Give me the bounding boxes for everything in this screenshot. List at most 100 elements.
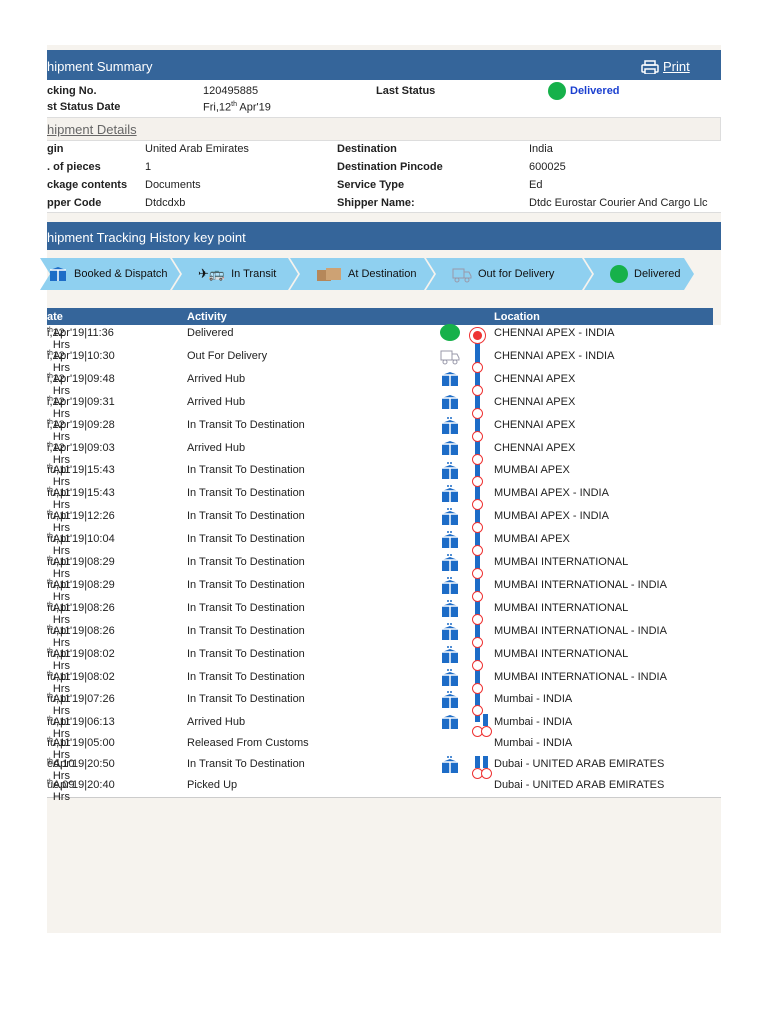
row-date: i,12 th Apr'19|11:36 Hrs xyxy=(47,327,114,351)
in-transit-box-icon xyxy=(440,416,460,439)
in-transit-box-icon xyxy=(440,622,460,645)
table-row: i,12 th Apr'19|11:36 Hrs Delivered CHENNA… xyxy=(47,324,713,351)
step-at-destination: At Destination xyxy=(290,258,434,290)
detail-label: . of pieces xyxy=(47,161,101,173)
in-transit-box-icon xyxy=(440,599,460,622)
col-date: ate xyxy=(47,311,63,323)
row-location: MUMBAI APEX - INDIA xyxy=(494,487,609,500)
detail-value: Ed xyxy=(529,179,543,191)
detail-label: Shipper Name: xyxy=(337,197,415,209)
row-location: CHENNAI APEX xyxy=(494,441,576,454)
timeline-node-icon xyxy=(472,568,483,579)
printer-icon xyxy=(641,60,659,74)
row-location: MUMBAI INTERNATIONAL - INDIA xyxy=(494,624,667,637)
row-location: MUMBAI APEX - INDIA xyxy=(494,510,609,523)
row-activity: In Transit To Destination xyxy=(187,418,305,431)
last-status-text: Delivered xyxy=(570,85,620,97)
summary-header: hipment Summary Print xyxy=(47,50,721,80)
detail-label: gin xyxy=(47,143,64,155)
row-activity: In Transit To Destination xyxy=(187,533,305,546)
box-icon xyxy=(440,393,460,414)
row-date: ue,09 th Apr'19|20:40 Hrs xyxy=(47,779,115,803)
table-body: i,12 th Apr'19|11:36 Hrs Delivered CHENNA… xyxy=(47,324,721,803)
row-activity: In Transit To Destination xyxy=(187,556,305,568)
timeline-node-icon xyxy=(472,384,483,396)
row-location: MUMBAI INTERNATIONAL xyxy=(494,601,629,614)
row-date: i,12 th Apr'19|10:30 Hrs xyxy=(47,350,115,374)
row-location: CHENNAI APEX - INDIA xyxy=(494,349,615,362)
timeline-line xyxy=(475,756,480,769)
step-label: Out for Delivery xyxy=(478,268,555,280)
status-date-value: Fri,12th Apr'19 xyxy=(203,101,271,114)
date-time: Apr'19|09:48 Hrs xyxy=(52,372,115,397)
row-location: Mumbai - INDIA xyxy=(494,693,573,706)
table-row: ed,10 th Apr'19|20:50 Hrs In Transit To D… xyxy=(47,755,713,782)
row-date: ıu,11 th Apr'19|15:43 Hrs xyxy=(47,487,115,511)
table-row: ıu,11 th Apr'19|10:04 Hrs In Transit To D… xyxy=(47,530,713,557)
row-date: i,12 th Apr'19|09:31 Hrs xyxy=(47,396,115,420)
col-location: Location xyxy=(494,311,540,323)
row-date: i,12 th Apr'19|09:48 Hrs xyxy=(47,373,115,397)
step-label: Booked & Dispatch xyxy=(74,268,168,280)
date-time: Apr'19|11:36 Hrs xyxy=(52,327,114,351)
print-label: Print xyxy=(663,59,690,74)
in-transit-box-icon xyxy=(440,530,460,553)
step-in-transit: ✈🚌 In Transit xyxy=(172,258,298,290)
detail-value: Dtdc Eurostar Courier And Cargo Llc xyxy=(529,197,708,209)
summary-title: hipment Summary xyxy=(47,59,153,74)
green-dot-icon xyxy=(610,265,628,283)
tracking-value: 120495885 xyxy=(203,85,259,97)
row-activity: Released From Customs xyxy=(187,737,309,750)
table-row: i,12 th Apr'19|09:31 Hrs Arrived Hub CHEN… xyxy=(47,393,713,420)
row-date: ıu,11 th Apr'19|06:13 Hrs xyxy=(47,716,115,740)
row-location: Mumbai - INDIA xyxy=(494,716,573,729)
timeline-node-icon xyxy=(472,407,483,419)
row-activity: Arrived Hub xyxy=(187,441,246,454)
detail-label: Destination xyxy=(337,143,397,155)
date-time: Apr'19|10:30 Hrs xyxy=(52,349,115,374)
in-transit-box-icon xyxy=(440,668,460,691)
row-location: Mumbai - INDIA xyxy=(494,737,573,750)
timeline-line xyxy=(483,756,488,769)
timeline-node-icon xyxy=(472,453,483,465)
details-body: gin United Arab Emirates . of pieces 1 ckage… xyxy=(47,141,721,213)
row-activity: In Transit To Destination xyxy=(187,670,305,683)
timeline-node-icon xyxy=(472,476,483,488)
in-transit-box-icon xyxy=(440,576,460,599)
timeline-line xyxy=(483,714,488,727)
row-location: MUMBAI INTERNATIONAL xyxy=(494,556,629,568)
date-time: Apr'19|08:29 Hrs xyxy=(52,556,115,580)
row-location: CHENNAI APEX xyxy=(494,372,576,385)
details-title[interactable]: hipment Details xyxy=(47,122,137,137)
date-time: Apr'19|15:43 Hrs xyxy=(52,487,115,512)
date-time: Apr'19|08:02 Hrs xyxy=(52,647,115,672)
row-activity: In Transit To Destination xyxy=(187,693,305,706)
delivery-truck-icon xyxy=(440,347,460,368)
print-link[interactable]: Print xyxy=(641,50,690,84)
box-icon xyxy=(440,439,460,460)
row-location: Dubai - UNITED ARAB EMIRATES xyxy=(494,779,665,792)
table-row: ue,09 th Apr'19|20:40 Hrs Picked Up Dubai… xyxy=(47,779,713,803)
step-booked-dispatch: Booked & Dispatch xyxy=(40,258,180,290)
green-dot-icon xyxy=(548,82,566,100)
row-date: ıu,11 th Apr'19|12:26 Hrs xyxy=(47,510,115,534)
timeline-node-icon xyxy=(472,361,483,373)
row-location: CHENNAI APEX xyxy=(494,395,576,408)
detail-value: Dtdcdxb xyxy=(145,197,186,209)
detail-value: Documents xyxy=(145,179,201,191)
in-transit-box-icon xyxy=(440,484,460,507)
detail-label: Destination Pincode xyxy=(337,161,443,173)
row-activity: Arrived Hub xyxy=(187,395,246,408)
table-row: ıu,11 th Apr'19|06:13 Hrs Arrived Hub Mum… xyxy=(47,715,713,740)
table-header: ate Activity Location xyxy=(47,308,713,325)
table-row: ıu,11 th Apr'19|08:02 Hrs In Transit To D… xyxy=(47,668,713,695)
status-date-label: st Status Date xyxy=(47,101,121,113)
detail-label: pper Code xyxy=(47,197,102,209)
in-transit-box-icon xyxy=(440,755,460,778)
table-row: i,12 th Apr'19|10:30 Hrs Out For Delivery… xyxy=(47,347,713,374)
row-activity: In Transit To Destination xyxy=(187,624,305,637)
date-time: Apr'19|09:03 Hrs xyxy=(52,441,115,466)
table-row: ıu,11 th Apr'19|15:43 Hrs In Transit To D… xyxy=(47,462,713,488)
row-location: MUMBAI APEX xyxy=(494,464,570,477)
timeline-node-icon xyxy=(472,430,483,442)
